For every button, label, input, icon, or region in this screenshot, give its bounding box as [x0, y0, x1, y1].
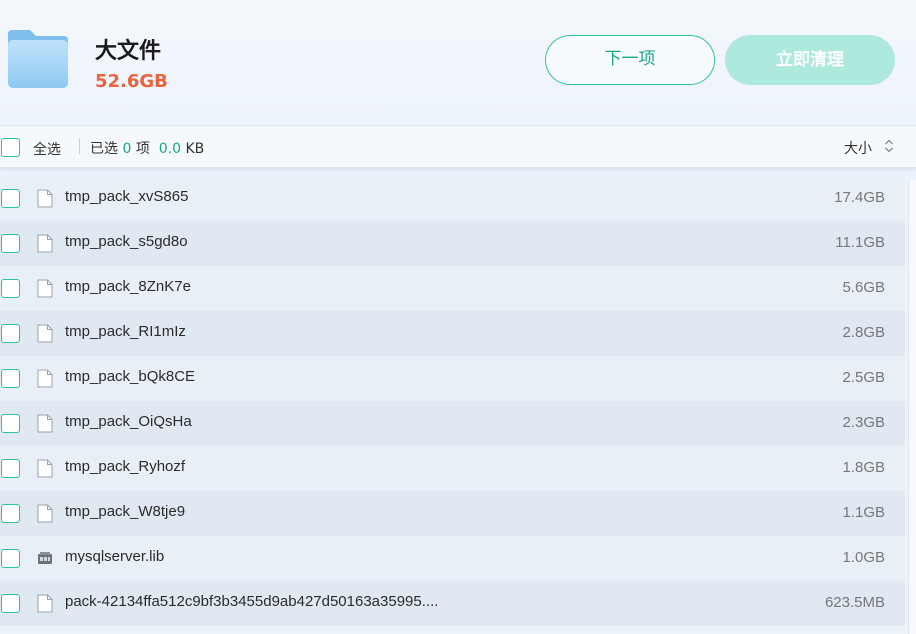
file-size: 623.5MB [824, 594, 885, 611]
file-icon [37, 234, 53, 253]
file-row[interactable]: tmp_pack_bQk8CE 2.5GB [0, 356, 905, 401]
file-row-checkbox[interactable] [1, 324, 20, 343]
file-row-checkbox[interactable] [1, 504, 20, 523]
file-icon [37, 459, 53, 478]
file-name: tmp_pack_8ZnK7e [65, 278, 191, 295]
selected-size: 0.0 [158, 141, 181, 157]
file-size: 2.8GB [842, 324, 885, 341]
file-row-checkbox[interactable] [1, 234, 20, 253]
file-row-checkbox[interactable] [1, 369, 20, 388]
file-list: tmp_pack_xvS865 17.4GB tmp_pack_s5gd8o 11.1… [0, 176, 908, 626]
file-size: 11.1GB [835, 234, 885, 251]
file-icon [37, 189, 53, 208]
file-row[interactable]: tmp_pack_W8tje9 1.1GB [0, 491, 905, 536]
file-name: tmp_pack_xvS865 [65, 188, 189, 205]
file-row-checkbox[interactable] [1, 189, 20, 208]
file-row[interactable]: mysqlserver.lib 1.0GB [0, 536, 905, 581]
library-file-icon [37, 549, 53, 568]
file-name: tmp_pack_OiQsHa [65, 413, 192, 430]
select-all-checkbox[interactable] [1, 138, 20, 157]
file-row-checkbox[interactable] [1, 279, 20, 298]
selection-summary: 已选 0 项 0.0 KB [90, 138, 204, 158]
sort-updown-icon[interactable] [884, 138, 894, 154]
file-row[interactable]: tmp_pack_8ZnK7e 5.6GB [0, 266, 905, 311]
selected-size-unit: KB [185, 141, 205, 157]
file-row[interactable]: tmp_pack_Ryhozf 1.8GB [0, 446, 905, 491]
file-size: 1.0GB [842, 549, 885, 566]
file-name: tmp_pack_RI1mIz [65, 323, 186, 340]
selected-count: 0 [122, 141, 132, 157]
clean-now-button[interactable]: 立即清理 [725, 35, 895, 85]
file-size: 2.5GB [842, 369, 885, 386]
total-size: 52.6GB [95, 71, 168, 92]
file-row[interactable]: tmp_pack_OiQsHa 2.3GB [0, 401, 905, 446]
page-title: 大文件 [95, 39, 162, 64]
file-size: 1.8GB [842, 459, 885, 476]
file-row-checkbox[interactable] [1, 549, 20, 568]
selection-toolbar: 全选 已选 0 项 0.0 KB 大小 [0, 126, 916, 168]
divider [79, 138, 80, 154]
file-icon [37, 594, 53, 613]
folder-icon [8, 30, 68, 88]
selected-prefix: 已选 [90, 141, 118, 157]
file-icon [37, 279, 53, 298]
header: 大文件 52.6GB 下一项 立即清理 [0, 0, 916, 126]
file-name: mysqlserver.lib [65, 548, 165, 565]
scrollbar[interactable] [908, 180, 916, 634]
file-row[interactable]: tmp_pack_xvS865 17.4GB [0, 176, 905, 221]
file-icon [37, 324, 53, 343]
file-row[interactable]: tmp_pack_RI1mIz 2.8GB [0, 311, 905, 356]
file-row-checkbox[interactable] [1, 459, 20, 478]
file-name: tmp_pack_W8tje9 [65, 503, 186, 520]
file-row[interactable]: tmp_pack_s5gd8o 11.1GB [0, 221, 905, 266]
selected-unit: 项 [135, 141, 150, 157]
file-size: 2.3GB [842, 414, 885, 431]
file-size: 1.1GB [842, 504, 885, 521]
file-icon [37, 369, 53, 388]
file-row[interactable]: pack-42134ffa512c9bf3b3455d9ab427d50163a… [0, 581, 905, 626]
sort-by-size[interactable]: 大小 [844, 138, 872, 158]
file-name: tmp_pack_s5gd8o [65, 233, 188, 250]
file-icon [37, 504, 53, 523]
file-size: 17.4GB [834, 189, 885, 206]
next-item-button[interactable]: 下一项 [545, 35, 715, 85]
file-name: tmp_pack_Ryhozf [65, 458, 186, 475]
file-name: tmp_pack_bQk8CE [65, 368, 196, 385]
file-size: 5.6GB [842, 279, 885, 296]
file-icon [37, 414, 53, 433]
file-row-checkbox[interactable] [1, 594, 20, 613]
file-row-checkbox[interactable] [1, 414, 20, 433]
file-name: pack-42134ffa512c9bf3b3455d9ab427d50163a… [65, 593, 439, 610]
select-all-label[interactable]: 全选 [33, 139, 61, 159]
